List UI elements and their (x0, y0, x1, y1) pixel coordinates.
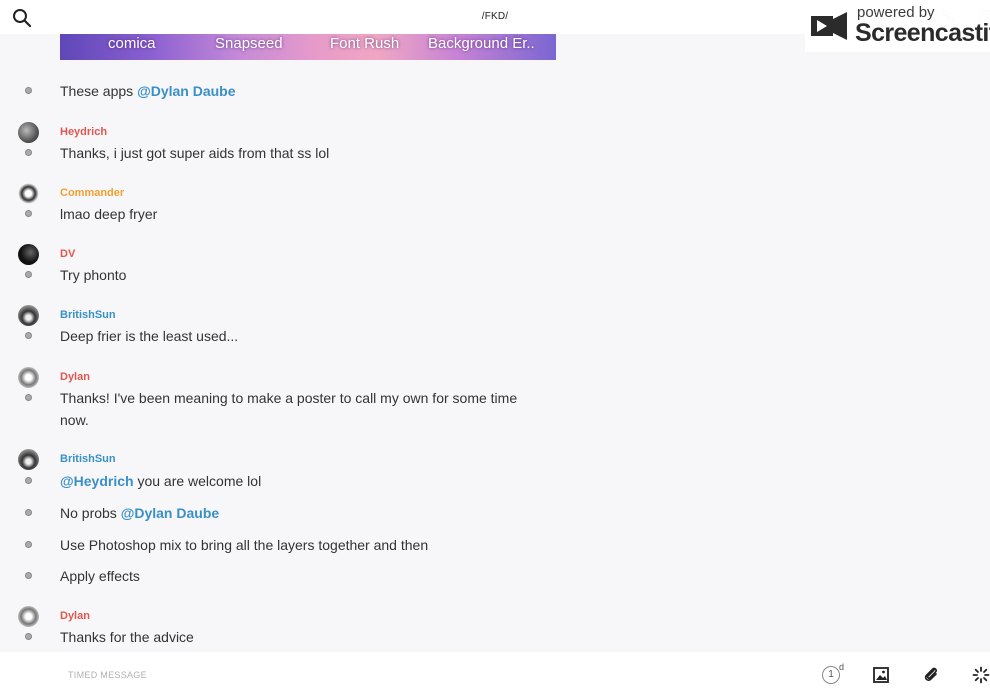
mention-link[interactable]: @Heydrich (60, 473, 134, 489)
status-dot (25, 332, 32, 339)
watermark-brand-text: Screencastify (855, 19, 990, 47)
status-dot (25, 210, 32, 217)
mention-link[interactable]: @Dylan Daube (137, 83, 235, 99)
username[interactable]: BritishSun (60, 453, 116, 465)
message-text: Thanks! I've been meaning to make a post… (60, 390, 518, 428)
message-text: No probs @Dylan Daube (60, 505, 220, 521)
status-dot (25, 271, 32, 278)
avatar[interactable] (18, 122, 39, 143)
status-dot (25, 477, 32, 484)
composer-placeholder[interactable]: TIMED MESSAGE (68, 670, 147, 680)
screencastify-watermark: powered by Screencastify (805, 0, 990, 52)
status-dot (25, 87, 32, 94)
message-text: Thanks for the advice (60, 629, 194, 645)
username[interactable]: Dylan (60, 610, 90, 622)
status-dot (25, 149, 32, 156)
message-text: Try phonto (60, 267, 127, 283)
banner-label: comica (108, 35, 156, 52)
avatar[interactable] (18, 606, 39, 627)
timer-unit: d (839, 662, 845, 672)
avatar[interactable] (18, 244, 39, 265)
message-text: Apply effects (60, 568, 140, 584)
status-dot (25, 633, 32, 640)
username[interactable]: DV (60, 248, 75, 260)
username[interactable]: BritishSun (60, 309, 116, 321)
image-icon[interactable] (872, 666, 890, 684)
shared-image-banner[interactable]: comica Snapseed Font Rush Background Er.… (60, 34, 556, 60)
status-dot (25, 572, 32, 579)
paperclip-icon[interactable] (922, 666, 940, 684)
banner-label: Background Er.. (428, 35, 535, 52)
username[interactable]: Heydrich (60, 126, 107, 138)
banner-label: Snapseed (215, 35, 283, 52)
avatar[interactable] (18, 449, 39, 470)
message-text: These apps @Dylan Daube (60, 83, 236, 99)
avatar[interactable] (18, 183, 39, 204)
timer-button[interactable]: 1 d (822, 662, 846, 688)
username[interactable]: Dylan (60, 371, 90, 383)
message-text: @Heydrich you are welcome lol (60, 473, 262, 489)
banner-label: Font Rush (330, 35, 400, 52)
message-text: Use Photoshop mix to bring all the layer… (60, 537, 429, 553)
status-dot (25, 394, 32, 401)
message-text: Thanks, i just got super aids from that … (60, 145, 330, 161)
message-text: Deep frier is the least used... (60, 328, 239, 344)
avatar[interactable] (18, 367, 39, 388)
sparkle-icon[interactable] (972, 666, 990, 684)
screencastify-logo-icon (811, 12, 847, 40)
message-text: lmao deep fryer (60, 206, 158, 222)
mention-link[interactable]: @Dylan Daube (121, 505, 219, 521)
username[interactable]: Commander (60, 187, 124, 199)
status-dot (25, 509, 32, 516)
avatar[interactable] (18, 305, 39, 326)
status-dot (25, 541, 32, 548)
timer-value: 1 (822, 666, 840, 684)
